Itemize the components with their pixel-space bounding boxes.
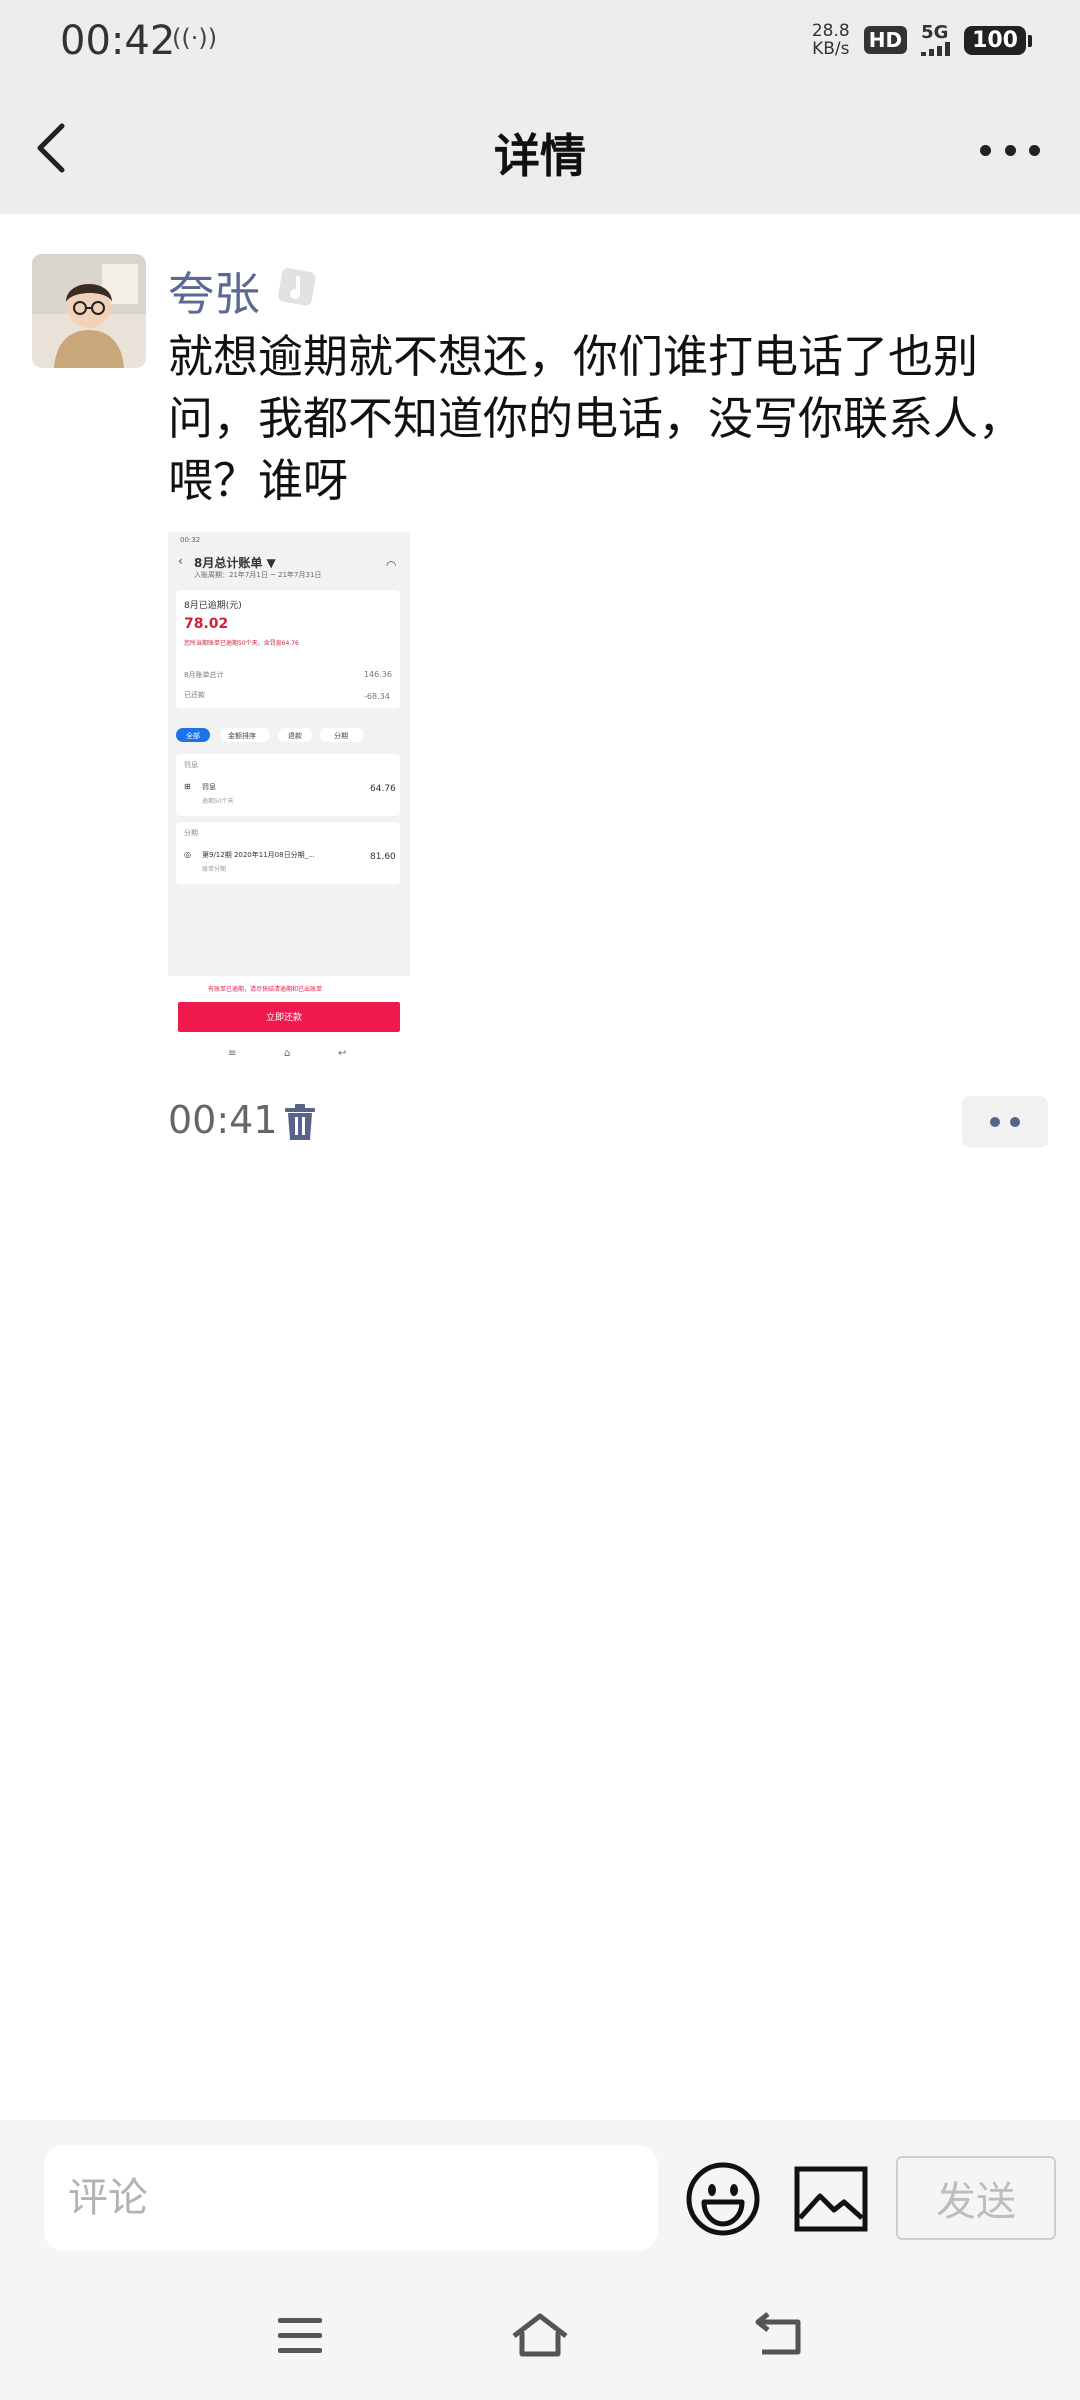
image-paid-value: -68.34 <box>364 692 390 701</box>
image-nav-menu-icon: ≡ <box>228 1048 237 1059</box>
image-overdue-label: 8月已逾期(元) <box>184 601 242 611</box>
signal-icon: 5G <box>921 24 951 56</box>
status-time: 00:42 <box>60 18 176 64</box>
image-nav-home-icon: ⌂ <box>284 1048 291 1059</box>
emoji-icon[interactable] <box>686 2162 760 2236</box>
avatar[interactable] <box>32 254 146 368</box>
image-icon[interactable] <box>794 2166 868 2232</box>
menu-icon[interactable] <box>268 2308 332 2364</box>
comment-input[interactable] <box>44 2145 658 2251</box>
image-installment-icon: ◎ <box>184 850 191 859</box>
battery-icon: 100 <box>964 25 1032 55</box>
image-overdue-amount: 78.02 <box>184 616 229 632</box>
post-options-button[interactable] <box>962 1096 1048 1148</box>
post-image[interactable]: 00:32 ‹ 8月总计账单 ▼ 入账周期：21年7月1日 ~ 21年7月31日… <box>168 532 410 1072</box>
page-title: 详情 <box>494 129 586 183</box>
status-icons: 28.8 KB/s HD 5G 100 <box>811 21 1032 59</box>
image-total-label: 8月账单总计 <box>184 671 224 679</box>
comment-bar: 发送 <box>0 2120 1080 2280</box>
image-status-time: 00:32 <box>180 536 201 544</box>
image-overdue-note: 您所当期账单已逾期50个天，含罚息64.76 <box>184 640 299 647</box>
image-paid-label: 已还款 <box>184 691 205 699</box>
top-bar: 00:42 ((·)) 28.8 KB/s HD 5G 100 详情 <box>0 0 1080 214</box>
post-time: 00:41 <box>168 1098 278 1142</box>
image-penalty-icon: ⊞ <box>184 782 191 791</box>
image-period: 入账周期：21年7月1日 ~ 21年7月31日 <box>194 571 322 579</box>
back-nav-icon[interactable] <box>748 2308 812 2364</box>
image-total-value: 146.36 <box>364 670 392 679</box>
send-button[interactable]: 发送 <box>896 2156 1056 2240</box>
image-title: 8月总计账单 ▼ <box>194 556 276 570</box>
more-options-button[interactable] <box>980 130 1040 170</box>
username[interactable]: 夸张 <box>168 258 260 324</box>
system-nav-bar <box>0 2280 1080 2400</box>
nfc-icon: ((·)) <box>172 24 218 52</box>
image-headset-icon: ◠ <box>386 558 397 572</box>
network-speed: 28.8 KB/s <box>811 21 850 59</box>
image-nav-back-icon: ↩ <box>338 1048 347 1059</box>
music-note-icon <box>278 268 316 306</box>
post-text: 就想逾期就不想还，你们谁打电话了也别问，我都不知道你的电话，没写你联系人，喂？谁… <box>168 330 1024 507</box>
home-icon[interactable] <box>508 2308 572 2364</box>
trash-icon[interactable] <box>284 1104 316 1142</box>
image-back-icon: ‹ <box>178 554 183 568</box>
hd-badge: HD <box>863 26 908 54</box>
